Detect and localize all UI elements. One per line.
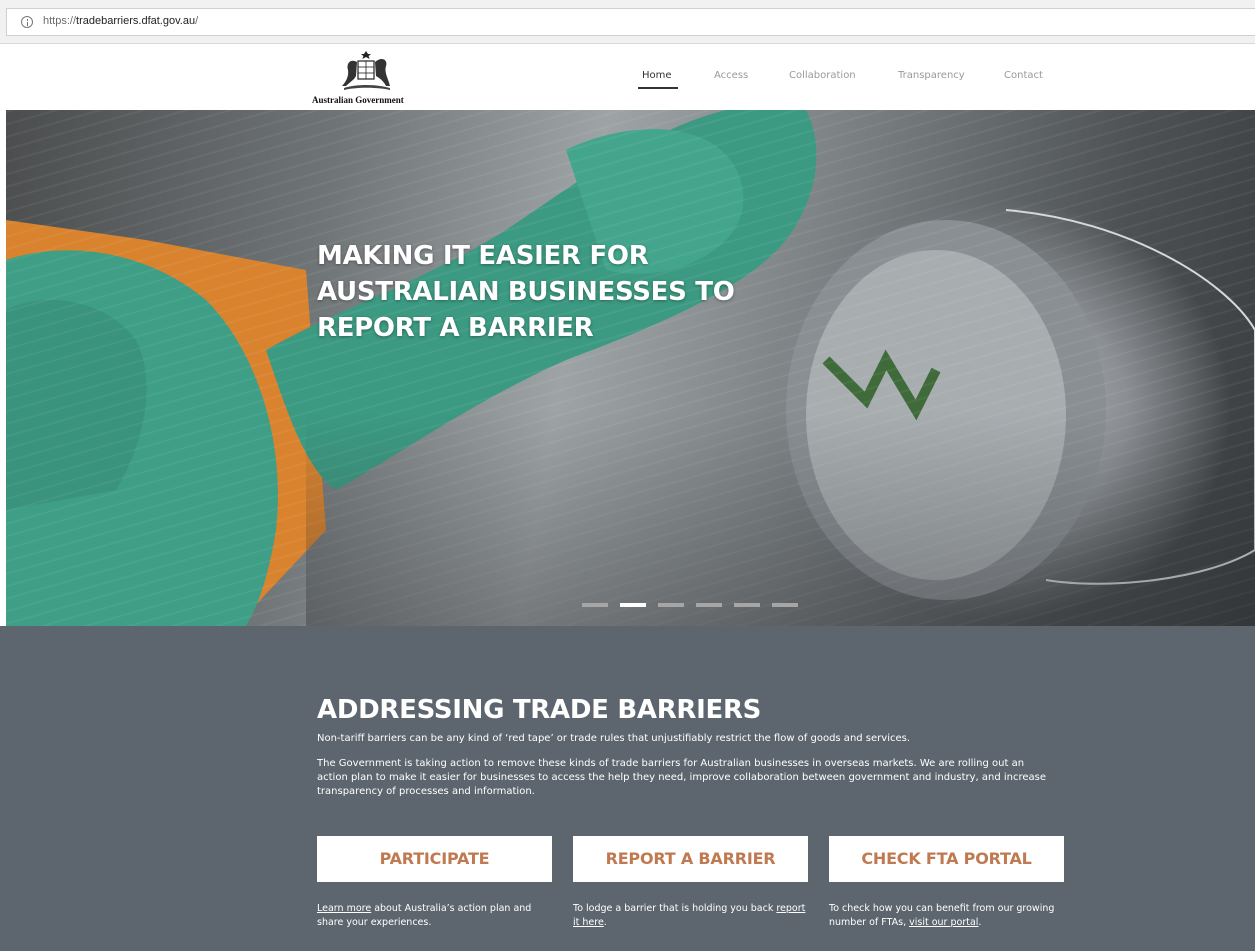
section-title: ADDRESSING TRADE BARRIERS [317,695,762,725]
fta-description: To check how you can benefit from our gr… [829,902,1064,930]
visit-our-portal-link[interactable]: visit our portal [909,917,978,928]
report-description: To lodge a barrier that is holding you b… [573,902,808,930]
nav-transparency[interactable]: Transparency [898,70,965,81]
addressing-trade-barriers-section: ADDRESSING TRADE BARRIERS Non-tariff bar… [0,626,1255,951]
check-fta-portal-button[interactable]: CHECK FTA PORTAL [829,836,1064,882]
info-icon[interactable] [21,16,33,28]
site-header: Australian Government Home Access Collab… [0,44,1255,110]
australian-government-logo[interactable]: Australian Government [312,48,422,108]
section-paragraph-1: Non-tariff barriers can be any kind of ‘… [317,733,911,744]
nav-collaboration[interactable]: Collaboration [789,70,856,81]
url-scheme: https:// [43,15,77,27]
nav-access[interactable]: Access [714,70,748,81]
coat-of-arms-icon [342,51,390,90]
participate-button[interactable]: PARTICIPATE [317,836,552,882]
nav-home[interactable]: Home [642,70,672,81]
url-path: / [195,15,199,27]
url-host: tradebarriers.dfat.gov.au [76,15,196,27]
report-description-end: . [603,917,607,928]
url-field[interactable]: https://tradebarriers.dfat.gov.au/ [6,8,1255,36]
learn-more-link[interactable]: Learn more [317,903,371,914]
carousel-dot-4[interactable] [696,603,722,607]
nav-contact[interactable]: Contact [1004,70,1043,81]
hero-carousel: MAKING IT EASIER FOR AUSTRALIAN BUSINESS… [6,110,1255,626]
nav-active-indicator [638,87,678,89]
section-paragraph-2: The Government is taking action to remov… [317,758,1047,797]
report-a-barrier-button[interactable]: REPORT A BARRIER [573,836,808,882]
fta-description-end: . [978,917,982,928]
logo-text: Australian Government [312,95,404,105]
hero-title: MAKING IT EASIER FOR AUSTRALIAN BUSINESS… [317,241,735,343]
carousel-dot-5[interactable] [734,603,760,607]
report-description-text: To lodge a barrier that is holding you b… [573,903,777,914]
url-text: https://tradebarriers.dfat.gov.au/ [43,15,198,27]
carousel-dot-6[interactable] [772,603,798,607]
browser-address-bar: https://tradebarriers.dfat.gov.au/ [0,0,1255,44]
hero-shadow-overlay [306,410,1255,626]
carousel-dot-1[interactable] [582,603,608,607]
carousel-dot-3[interactable] [658,603,684,607]
participate-description: Learn more about Australia’s action plan… [317,902,552,930]
carousel-dot-2[interactable] [620,603,646,607]
